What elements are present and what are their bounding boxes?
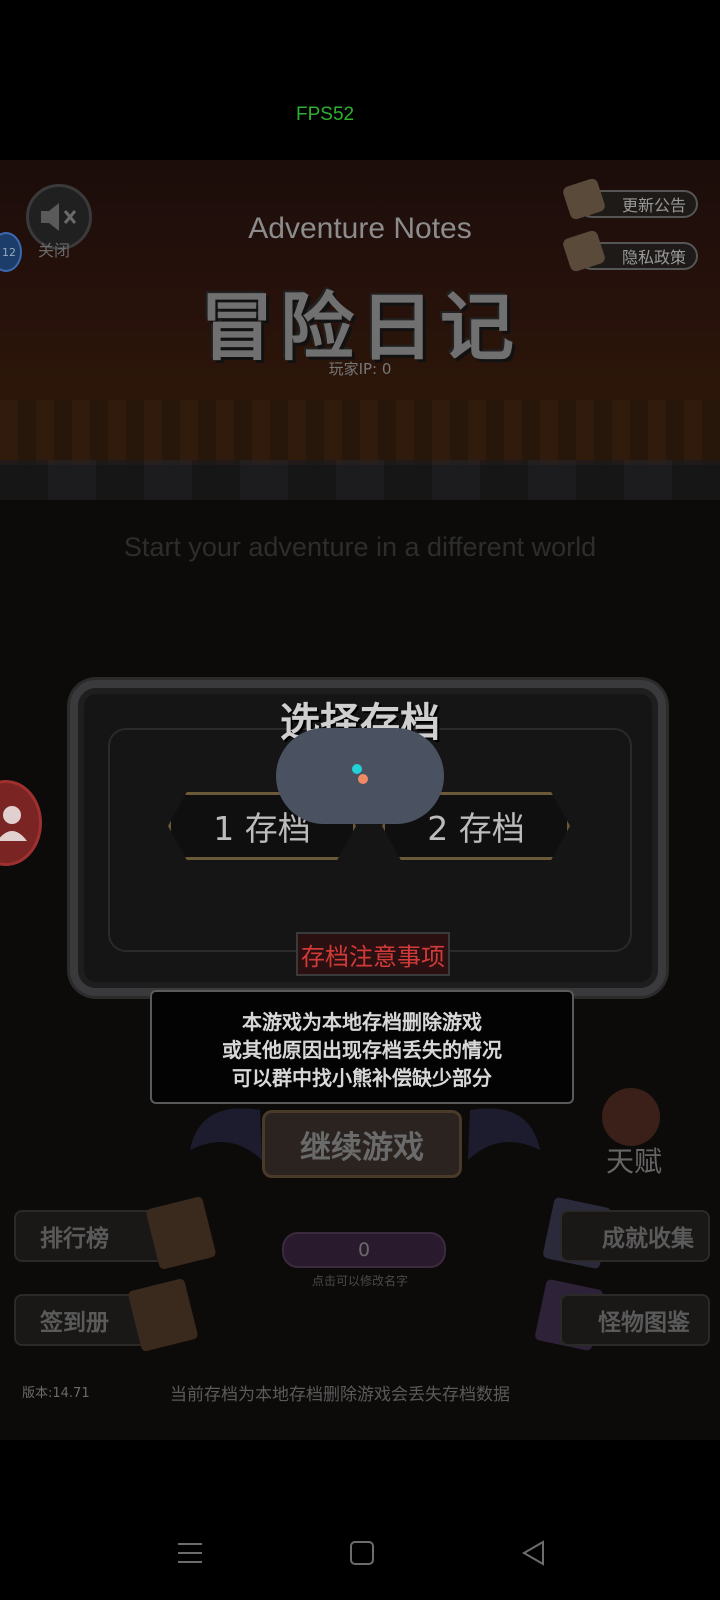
achievements-button[interactable]: 成就收集: [560, 1210, 710, 1262]
footer-note: 当前存档为本地存档删除游戏会丢失存档数据: [170, 1385, 510, 1405]
save-notice-box: 本游戏为本地存档删除游戏 或其他原因出现存档丢失的情况 可以群中找小熊补偿缺少部…: [150, 990, 574, 1104]
talent-label[interactable]: 天赋: [606, 1140, 662, 1180]
loading-dot: [358, 774, 368, 784]
game-view: 12 关闭 Adventure Notes 冒险日记 玩家IP: 0 更新公告 …: [0, 160, 720, 1440]
loading-indicator: [276, 728, 444, 824]
player-name-field[interactable]: 0: [282, 1232, 446, 1268]
subtitle: Start your adventure in a different worl…: [123, 532, 597, 562]
monster-guide-button[interactable]: 怪物图鉴: [560, 1294, 710, 1346]
decor-tiles: [0, 460, 720, 500]
menu-icon[interactable]: [177, 1540, 203, 1566]
continue-game-button[interactable]: 继续游戏: [262, 1110, 462, 1178]
update-notice-label: 更新公告: [621, 196, 686, 215]
home-icon[interactable]: [349, 1540, 375, 1566]
avatar-button[interactable]: [0, 780, 42, 866]
fps-counter: FPS52: [296, 104, 355, 125]
update-notice-button[interactable]: 更新公告: [561, 177, 698, 221]
notice-line: 可以群中找小熊补偿缺少部分: [232, 1066, 492, 1090]
talent-icon[interactable]: [602, 1088, 660, 1146]
privacy-policy-button[interactable]: 隐私政策: [561, 229, 698, 273]
player-ip: 玩家IP: 0: [328, 360, 392, 378]
back-icon[interactable]: [521, 1540, 547, 1566]
notice-line: 或其他原因出现存档丢失的情况: [222, 1038, 502, 1062]
save-notice-title: 存档注意事项: [296, 932, 450, 976]
version-label: 版本:14.71: [22, 1386, 90, 1401]
loading-dot: [352, 764, 362, 774]
leaderboard-button[interactable]: 排行榜: [14, 1210, 164, 1262]
privacy-policy-label: 隐私政策: [621, 248, 686, 267]
name-hint: 点击可以修改名字: [311, 1274, 408, 1288]
user-icon: [0, 806, 27, 841]
system-nav-bar: [0, 1440, 720, 1600]
notice-line: 本游戏为本地存档删除游戏: [242, 1010, 482, 1034]
